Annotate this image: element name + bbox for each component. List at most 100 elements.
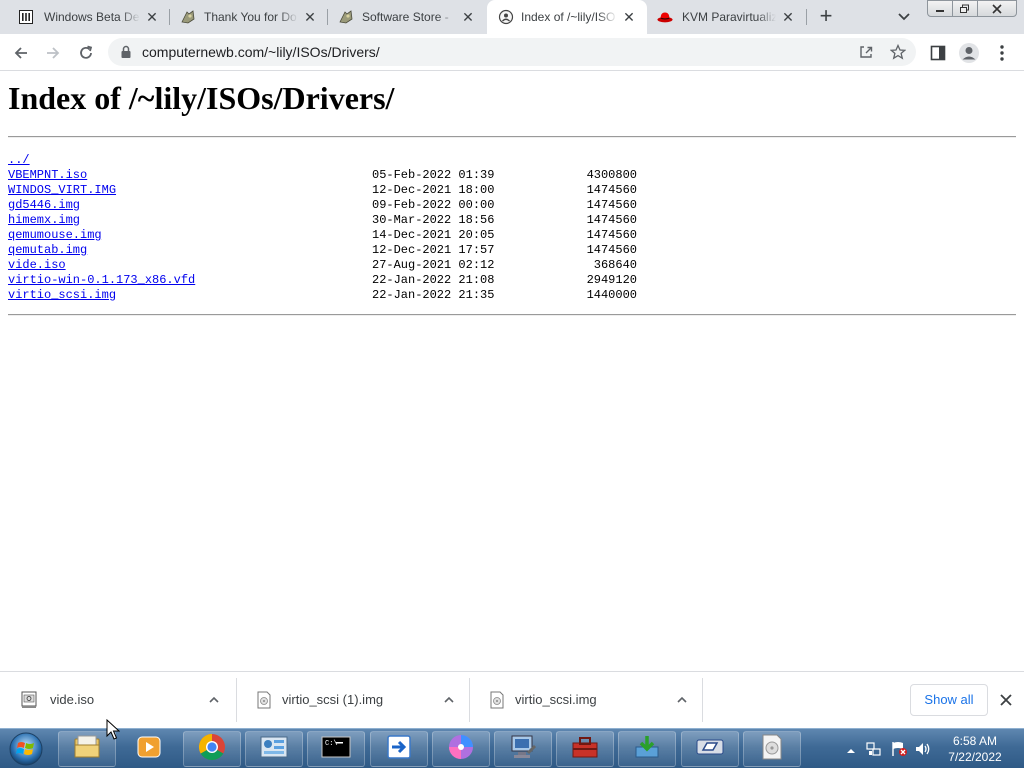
control-panel-icon (259, 734, 289, 765)
tab-kvm-paravirtualization[interactable]: KVM Paravirtualiz ✕ (648, 0, 806, 34)
download-filename: virtio_scsi (1).img (282, 692, 384, 707)
bookmark-star-icon[interactable] (889, 43, 907, 60)
close-download-shelf-icon[interactable] (996, 690, 1016, 710)
file-size: 1474560 (586, 183, 637, 197)
tab-software-store[interactable]: Software Store - ✕ (328, 0, 486, 34)
file-size: 1474560 (586, 243, 637, 257)
tab-title: KVM Paravirtualiz (682, 10, 776, 24)
file-link[interactable]: virtio_scsi.img (8, 288, 116, 303)
drive-icon (695, 736, 725, 763)
file-size: 1474560 (586, 198, 637, 212)
taskbar-chrome[interactable] (183, 731, 241, 767)
toolbox-icon (570, 733, 600, 766)
file-size: 1440000 (586, 288, 637, 302)
tab-close-icon[interactable]: ✕ (144, 9, 160, 25)
tab-close-icon[interactable]: ✕ (460, 9, 476, 25)
chevron-up-icon[interactable] (675, 693, 689, 707)
mouse-pointer-icon (106, 718, 121, 741)
side-panel-button[interactable] (926, 41, 950, 65)
tab-strip: Windows Beta De ✕ Thank You for Do ✕ Sof… (0, 0, 1024, 35)
file-date: 30-Mar-2022 18:56 (372, 213, 495, 227)
download-item[interactable]: virtio_scsi.img (470, 678, 703, 722)
clock-date: 7/22/2022 (948, 750, 1002, 764)
file-link[interactable]: virtio-win-0.1.173_x86.vfd (8, 273, 195, 288)
browser-toolbar: computernewb.com/~lily/ISOs/Drivers/ (0, 34, 1024, 71)
url-text[interactable]: computernewb.com/~lily/ISOs/Drivers/ (142, 45, 380, 59)
address-bar[interactable]: computernewb.com/~lily/ISOs/Drivers/ (108, 38, 916, 66)
file-date: 22-Jan-2022 21:35 (372, 288, 495, 302)
close-window-button[interactable] (977, 0, 1017, 17)
taskbar-disc-app[interactable] (432, 731, 490, 767)
download-shelf: vide.iso virtio_scsi (1).img virtio_scsi… (0, 671, 1024, 728)
share-icon[interactable] (858, 44, 874, 60)
download-item[interactable]: virtio_scsi (1).img (237, 678, 470, 722)
disc-burner-icon (447, 733, 475, 766)
profile-avatar-icon[interactable] (957, 41, 981, 65)
file-date: 12-Dec-2021 17:57 (372, 243, 495, 257)
bottom-divider (8, 314, 1016, 316)
file-size: 368640 (593, 258, 637, 272)
file-link[interactable]: vide.iso (8, 258, 66, 273)
globe-person-icon (498, 9, 514, 25)
file-link[interactable]: VBEMPNT.iso (8, 168, 87, 183)
back-button[interactable] (9, 41, 33, 65)
tab-search-chevron-icon[interactable] (895, 9, 913, 25)
lock-icon[interactable] (120, 45, 132, 59)
taskbar-media-player[interactable] (120, 731, 178, 767)
download-filename: vide.iso (50, 692, 95, 707)
volume-icon[interactable] (914, 741, 932, 781)
svg-text:C:\: C:\ (325, 740, 338, 748)
network-icon[interactable] (866, 740, 882, 780)
file-link[interactable]: himemx.img (8, 213, 80, 228)
tab-title: Thank You for Do (204, 10, 297, 24)
file-date: 27-Aug-2021 02:12 (372, 258, 495, 272)
tab-index-of-lily[interactable]: Index of /~lily/ISO ✕ (487, 0, 647, 35)
taskbar-remote-app[interactable] (370, 731, 428, 767)
show-hidden-icons-icon[interactable] (846, 743, 856, 783)
tab-windows-beta[interactable]: Windows Beta De ✕ (0, 0, 170, 34)
taskbar-command-prompt[interactable]: C:\ (307, 731, 365, 767)
tab-close-icon[interactable]: ✕ (780, 9, 796, 25)
action-center-flag-icon[interactable] (890, 740, 908, 780)
taskbar-download-app[interactable] (618, 731, 676, 767)
minimize-button[interactable] (927, 0, 953, 17)
download-item[interactable]: vide.iso (2, 678, 235, 722)
file-size: 1474560 (586, 213, 637, 227)
tab-close-icon[interactable]: ✕ (302, 9, 318, 25)
forward-button[interactable] (41, 41, 65, 65)
restore-button[interactable] (952, 0, 978, 17)
new-tab-button[interactable]: + (814, 5, 838, 29)
start-button[interactable] (6, 730, 46, 768)
system-clock[interactable]: 6:58 AM 7/22/2022 (940, 733, 1010, 765)
disk-image-file-icon (256, 691, 272, 709)
page-title: Index of /~lily/ISOs/Drivers/ (8, 80, 395, 116)
red-hat-icon (657, 9, 673, 25)
taskbar-virtual-drive[interactable] (681, 731, 739, 767)
parent-directory-link[interactable]: ../ (8, 153, 30, 168)
reload-button[interactable] (74, 41, 98, 65)
folder-icon (72, 734, 102, 765)
file-link[interactable]: qemutab.img (8, 243, 87, 258)
file-link[interactable]: gd5446.img (8, 198, 80, 213)
download-filename: virtio_scsi.img (515, 692, 597, 707)
top-divider (8, 136, 1016, 138)
menu-kebab-icon[interactable] (990, 41, 1014, 65)
show-all-downloads-button[interactable]: Show all (910, 684, 988, 716)
file-link[interactable]: qemumouse.img (8, 228, 102, 243)
chevron-up-icon[interactable] (442, 693, 456, 707)
tab-title: Index of /~lily/ISO (521, 10, 616, 24)
tab-close-icon[interactable]: ✕ (621, 9, 637, 25)
tab-thank-you[interactable]: Thank You for Do ✕ (170, 0, 328, 34)
tab-title: Software Store - (362, 10, 449, 24)
taskbar-disc-image[interactable] (743, 731, 801, 767)
file-date: 09-Feb-2022 00:00 (372, 198, 495, 212)
file-date: 22-Jan-2022 21:08 (372, 273, 495, 287)
chevron-up-icon[interactable] (207, 693, 221, 707)
file-date: 12-Dec-2021 18:00 (372, 183, 495, 197)
taskbar-toolbox[interactable] (556, 731, 614, 767)
taskbar-control-panel[interactable] (245, 731, 303, 767)
taskbar-device-manager[interactable] (494, 731, 552, 767)
file-link[interactable]: WINDOS_VIRT.IMG (8, 183, 116, 198)
arrow-window-icon (384, 733, 414, 766)
computer-wrench-icon (508, 733, 538, 766)
